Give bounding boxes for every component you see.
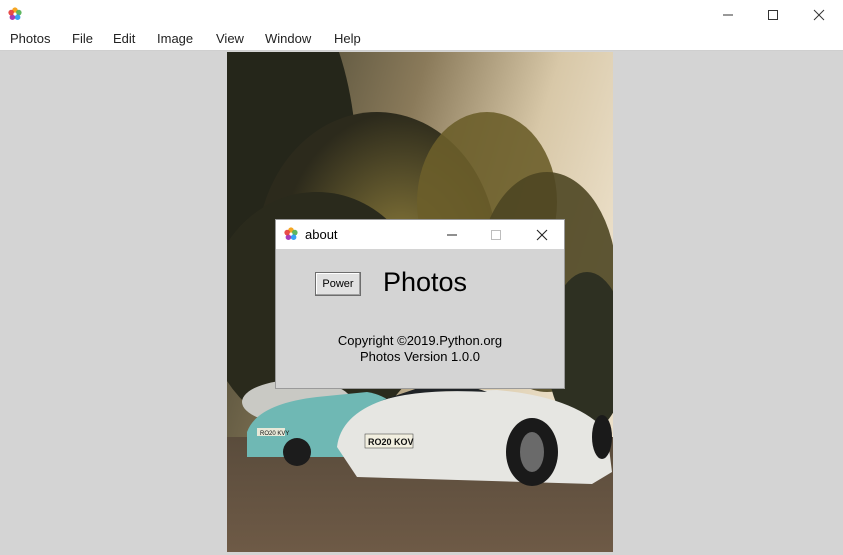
close-icon — [536, 229, 548, 240]
title-bar — [0, 0, 843, 29]
rear-plate-text: RO20 KVY — [260, 431, 289, 437]
close-icon — [813, 9, 825, 20]
menu-image[interactable]: Image — [157, 31, 193, 46]
maximize-icon — [768, 9, 778, 20]
maximize-button[interactable] — [750, 0, 796, 29]
menu-window[interactable]: Window — [265, 31, 311, 46]
about-dialog: about Power Photos Copyright ©2019.Pytho… — [275, 219, 565, 389]
maximize-icon — [491, 229, 501, 240]
photos-flower-icon — [8, 7, 22, 20]
app-name-heading: Photos — [383, 267, 468, 297]
dialog-maximize-button — [474, 220, 518, 249]
menu-view[interactable]: View — [216, 31, 244, 46]
copyright-block: Copyright ©2019.Python.org Photos Versio… — [276, 333, 564, 365]
menu-help[interactable]: Help — [334, 31, 361, 46]
minimize-icon — [447, 234, 457, 235]
menu-file[interactable]: File — [72, 31, 93, 46]
copyright-text: Copyright ©2019.Python.org — [337, 333, 503, 348]
photos-flower-icon — [284, 227, 298, 240]
front-plate-text: RO20 KOV — [368, 437, 414, 447]
menu-photos[interactable]: Photos — [10, 31, 50, 46]
menu-bar: Photos File Edit Image View Window Help — [0, 29, 843, 51]
close-button[interactable] — [796, 0, 842, 29]
minimize-button[interactable] — [705, 0, 751, 29]
dialog-title: about — [305, 227, 338, 242]
dialog-minimize-button[interactable] — [430, 220, 474, 249]
version-text: Photos Version 1.0.0 — [360, 349, 480, 364]
power-button[interactable]: Power — [315, 272, 361, 296]
minimize-icon — [723, 14, 733, 15]
dialog-title-bar: about — [276, 220, 564, 249]
menu-edit[interactable]: Edit — [113, 31, 135, 46]
dialog-close-button[interactable] — [520, 220, 564, 249]
